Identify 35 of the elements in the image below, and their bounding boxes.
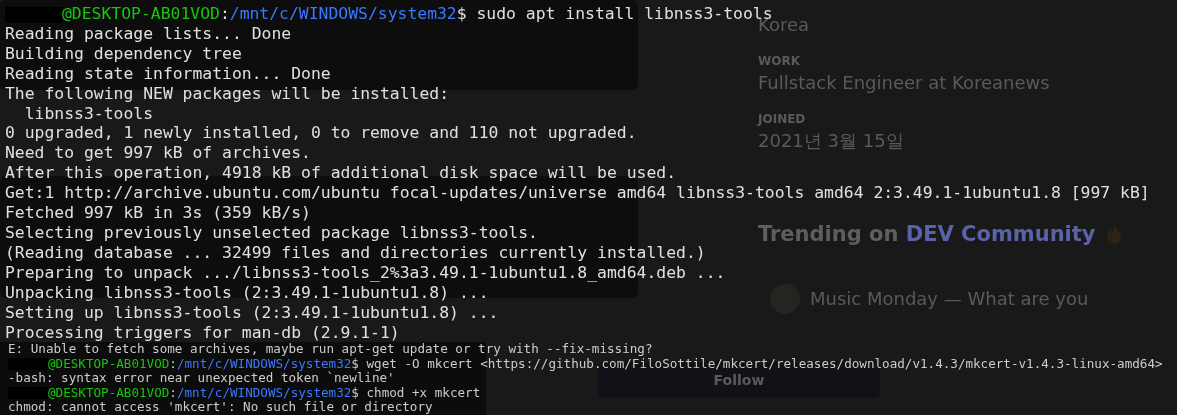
output-line: The following NEW packages will be installed:	[5, 83, 450, 103]
trending-link[interactable]: Music Monday — What are you	[810, 284, 1089, 314]
output-line: Reading state information... Done	[5, 63, 331, 83]
field-label: WORK	[758, 54, 800, 68]
output-line: Setting up libnss3-tools (2:3.49.1-1ubuntu1.8) ...	[5, 302, 499, 322]
output-line: Need to get 997 kB of archives.	[5, 143, 311, 163]
output-line: Processing triggers for man-db (2.9.1-1)	[5, 322, 400, 342]
output-line: 0 upgraded, 1 newly installed, 0 to remove and 110 not upgraded.	[5, 123, 637, 143]
output-line: chmod: cannot access 'mkcert': No such file or directory	[8, 399, 433, 415]
prompt-separator: :	[219, 4, 230, 23]
command-text: $ chmod +x mkcert	[351, 384, 481, 400]
prompt-path: /mnt/c/WINDOWS/system32	[229, 4, 457, 23]
field-label: JOINED	[758, 112, 806, 126]
output-line: Building dependency tree	[5, 43, 242, 63]
output-line: (Reading database ... 32499 files and directories currently installed.)	[5, 242, 706, 262]
field-value: Fullstack Engineer at Koreanews	[758, 71, 1050, 95]
output-line: Preparing to unpack .../libnss3-tools_2%3a3.49.1-1ubuntu1.8_amd64.deb ...	[5, 262, 726, 282]
prompt-host: @DESKTOP-AB01VOD	[62, 4, 220, 23]
output-line: Unpacking libnss3-tools (2:3.49.1-1ubuntu1.8) ...	[5, 282, 489, 302]
field-value: 2021년 3월 15일	[758, 129, 904, 153]
output-line: -bash: syntax error near unexpected token `newline'	[8, 370, 395, 386]
trending-title: Trending on DEV Community	[758, 222, 1096, 246]
output-line: E: Unable to fetch some archives, maybe run apt-get update or try with --fix-missing?	[8, 341, 653, 356]
output-line: Selecting previously unselected package libnss3-tools.	[5, 222, 538, 242]
output-line: After this operation, 4918 kB of additional disk space will be used.	[5, 163, 677, 183]
output-line: libnss3-tools	[23, 103, 154, 123]
output-line: Fetched 997 kB in 3s (359 kB/s)	[5, 203, 311, 223]
prompt-path: /mnt/c/WINDOWS/system32	[176, 384, 352, 400]
output-line: Reading package lists... Done	[5, 23, 292, 43]
prompt-host: @DESKTOP-AB01VOD	[48, 384, 170, 400]
prompt-separator: :	[169, 384, 177, 400]
output-line: Get:1 http://archive.ubuntu.com/ubuntu focal-updates/universe amd64 libnss3-tools amd64 2:3.49.1-1ubuntu1.8 [997 kB]	[5, 183, 1150, 203]
prompt-path: /mnt/c/WINDOWS/system32	[176, 355, 352, 371]
prompt-host: @DESKTOP-AB01VOD	[48, 355, 170, 371]
prompt-separator: :	[169, 355, 177, 371]
